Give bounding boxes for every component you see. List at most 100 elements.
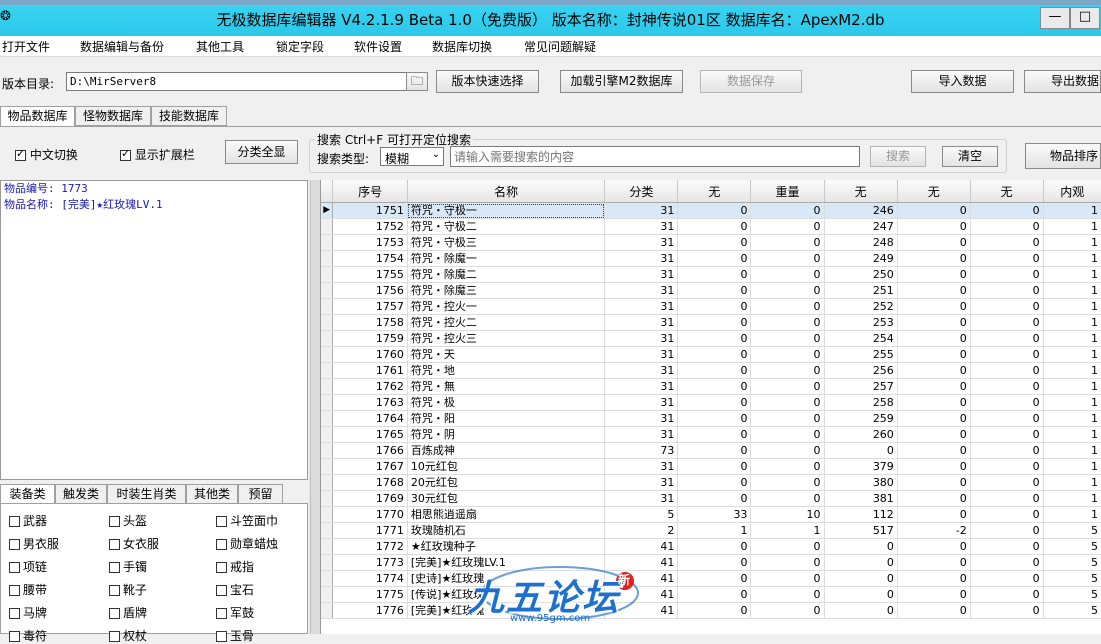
category-checkbox[interactable]: 马牌 <box>9 604 47 621</box>
category-checkbox[interactable]: 盾牌 <box>109 604 147 621</box>
column-header[interactable]: 无 <box>824 180 898 203</box>
table-cell[interactable]: 0 <box>897 586 971 603</box>
table-cell[interactable]: 254 <box>824 330 898 347</box>
tab-other[interactable]: 其他类 <box>186 484 238 504</box>
table-cell[interactable]: 0 <box>677 554 752 571</box>
table-row[interactable]: 1754 符咒・除魔一 31 0 0 249 0 0 1 <box>321 250 1101 267</box>
table-cell[interactable]: 0 <box>897 602 971 619</box>
table-cell[interactable]: 1751 <box>332 202 408 219</box>
table-cell[interactable]: 257 <box>824 378 898 395</box>
table-cell[interactable]: 0 <box>897 570 971 587</box>
table-cell[interactable]: 1767 <box>332 458 408 475</box>
table-cell[interactable]: 0 <box>897 266 971 283</box>
row-indicator[interactable] <box>321 410 334 427</box>
table-cell[interactable]: 252 <box>824 298 898 315</box>
table-row[interactable]: 1759 符咒・控火三 31 0 0 254 0 0 1 <box>321 330 1101 347</box>
search-input[interactable] <box>450 146 860 167</box>
table-cell[interactable]: 0 <box>970 602 1044 619</box>
table-cell[interactable]: 0 <box>970 554 1044 571</box>
table-cell[interactable]: 0 <box>897 314 971 331</box>
table-row[interactable]: 1770 相思熊逍遥扇 5 33 10 112 0 0 1 <box>321 506 1101 523</box>
table-cell[interactable]: 0 <box>970 394 1044 411</box>
table-cell[interactable]: 符咒・守极二 <box>407 218 606 235</box>
table-row[interactable]: 1773 [完美]★红玫瑰LV.1 41 0 0 0 0 0 5 <box>321 554 1101 571</box>
category-checkbox[interactable]: 靴子 <box>109 581 147 598</box>
table-row[interactable]: 1762 符咒・無 31 0 0 257 0 0 1 <box>321 378 1101 395</box>
table-cell[interactable]: 1 <box>1043 458 1101 475</box>
table-cell[interactable]: ★红玫瑰种子 <box>407 538 606 555</box>
table-cell[interactable]: 0 <box>897 234 971 251</box>
table-cell[interactable]: 0 <box>824 586 898 603</box>
table-cell[interactable]: 0 <box>970 330 1044 347</box>
table-cell[interactable]: 0 <box>970 474 1044 491</box>
table-cell[interactable]: 0 <box>750 314 825 331</box>
table-cell[interactable]: 0 <box>897 378 971 395</box>
row-pointer-icon[interactable]: ▶ <box>321 202 334 219</box>
table-cell[interactable]: 0 <box>677 426 752 443</box>
row-indicator[interactable] <box>321 490 334 507</box>
table-cell[interactable]: 0 <box>750 330 825 347</box>
table-row[interactable]: 1771 玫瑰随机石 2 1 1 517 -2 0 5 <box>321 522 1101 539</box>
search-button[interactable]: 搜索 <box>870 146 926 167</box>
table-cell[interactable]: 0 <box>677 602 752 619</box>
table-cell[interactable]: 20元红包 <box>407 474 606 491</box>
table-cell[interactable]: 0 <box>897 282 971 299</box>
left-panel-scrollbar[interactable] <box>310 180 320 634</box>
table-cell[interactable]: 0 <box>897 250 971 267</box>
table-cell[interactable]: 380 <box>824 474 898 491</box>
table-cell[interactable]: 31 <box>604 298 679 315</box>
table-cell[interactable]: 1 <box>1043 298 1101 315</box>
menu-other-tools[interactable]: 其他工具 <box>196 38 244 55</box>
table-row[interactable]: 1767 10元红包 31 0 0 379 0 0 1 <box>321 458 1101 475</box>
table-cell[interactable]: 0 <box>677 362 752 379</box>
table-cell[interactable]: 258 <box>824 394 898 411</box>
tab-fashion-zodiac[interactable]: 时装生肖类 <box>107 484 186 504</box>
table-cell[interactable]: 10 <box>750 506 825 523</box>
table-cell[interactable]: 0 <box>677 330 752 347</box>
table-cell[interactable]: 1763 <box>332 394 408 411</box>
table-cell[interactable]: 33 <box>677 506 752 523</box>
table-cell[interactable]: 0 <box>897 506 971 523</box>
table-cell[interactable]: 0 <box>824 538 898 555</box>
table-cell[interactable]: 符咒・守极三 <box>407 234 606 251</box>
table-cell[interactable]: 符咒・天 <box>407 346 606 363</box>
table-cell[interactable]: 10元红包 <box>407 458 606 475</box>
table-cell[interactable]: 0 <box>970 250 1044 267</box>
table-cell[interactable]: 1 <box>677 522 752 539</box>
table-row[interactable]: 1757 符咒・控火一 31 0 0 252 0 0 1 <box>321 298 1101 315</box>
table-cell[interactable]: 31 <box>604 314 679 331</box>
clear-button[interactable]: 清空 <box>942 146 998 167</box>
table-cell[interactable]: 1 <box>1043 378 1101 395</box>
table-cell[interactable]: 1 <box>1043 490 1101 507</box>
tab-equipment[interactable]: 装备类 <box>0 484 55 504</box>
table-cell[interactable]: 符咒・控火三 <box>407 330 606 347</box>
table-cell[interactable]: 250 <box>824 266 898 283</box>
table-cell[interactable]: 0 <box>677 266 752 283</box>
table-cell[interactable]: 246 <box>824 202 898 219</box>
table-cell[interactable]: 0 <box>677 490 752 507</box>
table-cell[interactable]: 0 <box>677 298 752 315</box>
column-header[interactable]: 无 <box>970 180 1044 203</box>
table-cell[interactable]: 符咒・地 <box>407 362 606 379</box>
menu-open-file[interactable]: 打开文件 <box>2 38 50 55</box>
table-cell[interactable]: 1773 <box>332 554 408 571</box>
table-cell[interactable]: 0 <box>677 378 752 395</box>
table-cell[interactable]: 0 <box>677 442 752 459</box>
table-cell[interactable]: 符咒・控火一 <box>407 298 606 315</box>
table-cell[interactable]: 0 <box>970 522 1044 539</box>
table-row[interactable]: 1761 符咒・地 31 0 0 256 0 0 1 <box>321 362 1101 379</box>
table-cell[interactable]: 符咒・阳 <box>407 410 606 427</box>
table-cell[interactable]: 31 <box>604 410 679 427</box>
table-cell[interactable]: 31 <box>604 378 679 395</box>
table-cell[interactable]: 0 <box>970 506 1044 523</box>
table-row[interactable]: 1768 20元红包 31 0 0 380 0 0 1 <box>321 474 1101 491</box>
table-cell[interactable]: 5 <box>1043 522 1101 539</box>
category-checkbox[interactable]: 军鼓 <box>216 604 254 621</box>
table-cell[interactable]: 0 <box>897 218 971 235</box>
table-cell[interactable]: 2 <box>604 522 679 539</box>
table-cell[interactable]: 0 <box>897 490 971 507</box>
chinese-switch-checkbox[interactable]: 中文切换 <box>15 146 78 163</box>
table-cell[interactable]: 0 <box>897 458 971 475</box>
table-cell[interactable]: 0 <box>897 362 971 379</box>
table-cell[interactable]: 31 <box>604 426 679 443</box>
